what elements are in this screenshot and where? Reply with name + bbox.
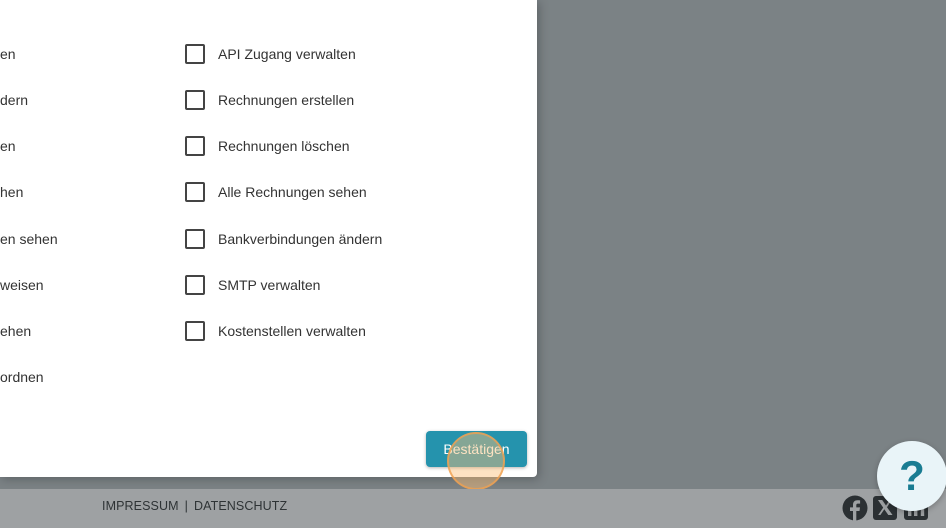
footer: IMPRESSUM | DATENSCHUTZ xyxy=(0,489,946,528)
checkbox[interactable] xyxy=(185,44,205,64)
impressum-link[interactable]: IMPRESSUM xyxy=(102,499,179,513)
checkbox[interactable] xyxy=(185,90,205,110)
checkbox[interactable] xyxy=(185,136,205,156)
checkbox[interactable] xyxy=(185,229,205,249)
checkbox[interactable] xyxy=(185,182,205,202)
footer-separator: | xyxy=(184,499,188,513)
permission-label: SMTP verwalten xyxy=(218,277,321,293)
facebook-icon[interactable] xyxy=(842,495,868,521)
permission-label: Alle Rechnungen sehen xyxy=(218,184,367,200)
left-permission-label: en sehen xyxy=(0,231,58,247)
checkbox[interactable] xyxy=(185,321,205,341)
permission-label: Rechnungen löschen xyxy=(218,138,350,154)
left-permission-label: ordnen xyxy=(0,369,44,385)
left-permission-label: weisen xyxy=(0,277,44,293)
confirm-button[interactable]: Bestätigen xyxy=(426,431,527,467)
permission-label: Kostenstellen verwalten xyxy=(218,323,366,339)
help-button[interactable]: ? xyxy=(877,441,946,511)
left-permission-label: ehen xyxy=(0,323,32,339)
permissions-dialog: en dern en hen en sehen weisen ehen ordn… xyxy=(0,0,537,477)
left-permission-label: en xyxy=(0,138,16,154)
datenschutz-link[interactable]: DATENSCHUTZ xyxy=(194,499,287,513)
left-permission-label: en xyxy=(0,46,16,62)
permission-label: API Zugang verwalten xyxy=(218,46,356,62)
footer-links: IMPRESSUM | DATENSCHUTZ xyxy=(102,499,287,513)
left-permission-label: hen xyxy=(0,184,24,200)
permission-label: Bankverbindungen ändern xyxy=(218,231,383,247)
left-permission-label: dern xyxy=(0,92,29,108)
permission-label: Rechnungen erstellen xyxy=(218,92,355,108)
checkbox[interactable] xyxy=(185,275,205,295)
